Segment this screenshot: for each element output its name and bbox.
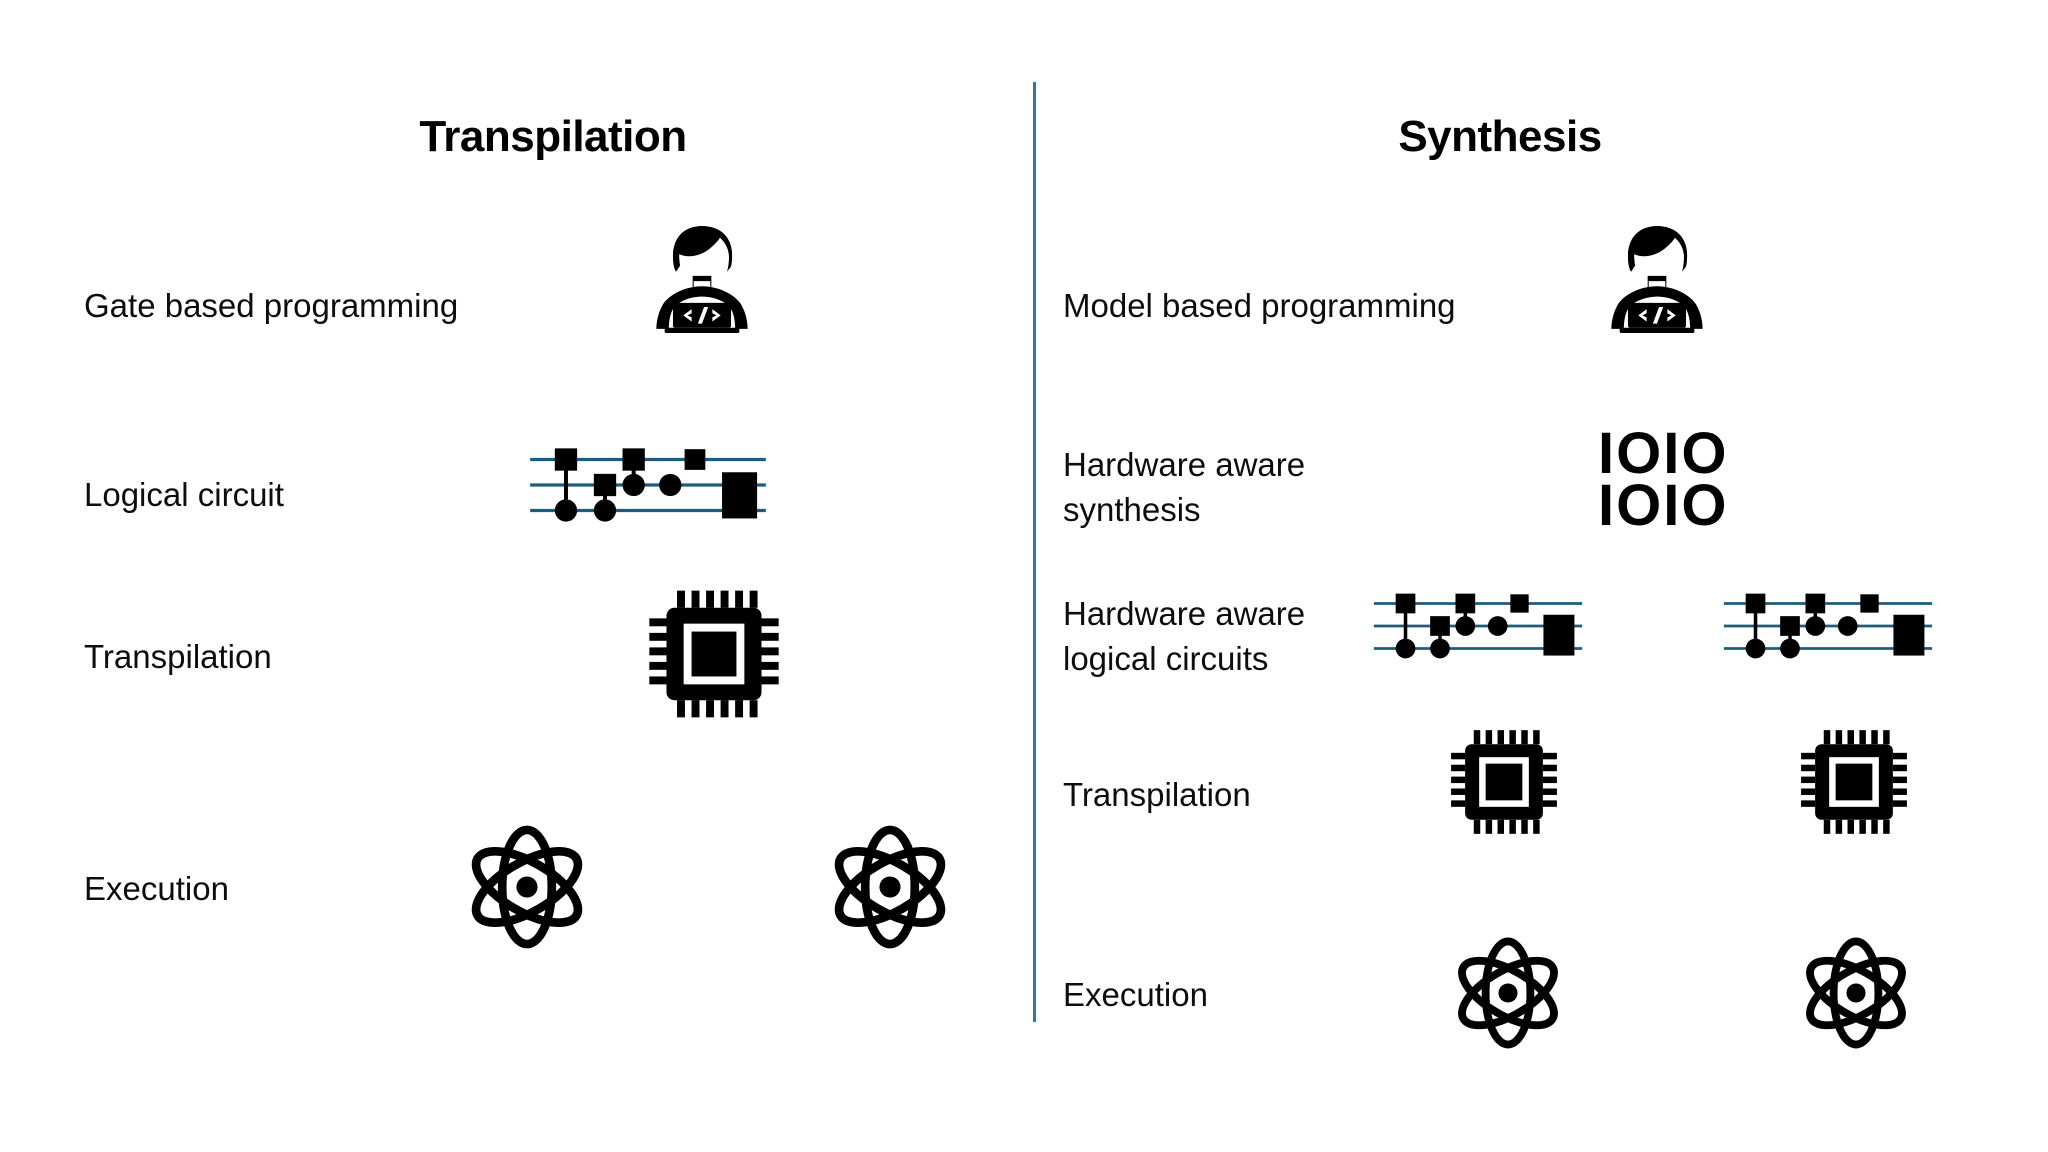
chip-icon	[1450, 728, 1558, 836]
developer-laptop-icon	[1605, 222, 1709, 334]
diagram-canvas: Transpilation Synthesis Gate based progr…	[0, 0, 2048, 1152]
developer-laptop-icon	[650, 222, 754, 334]
panel-title-transpilation: Transpilation	[419, 112, 687, 161]
atom-icon	[1452, 932, 1564, 1054]
atom-icon	[465, 820, 589, 954]
column-divider	[1033, 82, 1036, 1022]
chip-icon	[1800, 728, 1908, 836]
row-label-model-based-programming: Model based programming	[1063, 287, 1456, 324]
row-label-transpilation-left: Transpilation	[84, 638, 272, 675]
row-label-gate-based-programming: Gate based programming	[84, 287, 459, 324]
row-label-logical-circuit: Logical circuit	[84, 476, 284, 513]
binary-icon: IOIO IOIO	[1598, 421, 1729, 538]
row-label-execution-right: Execution	[1063, 976, 1208, 1013]
quantum-circuit-icon	[1722, 588, 1934, 664]
atom-icon	[828, 820, 952, 954]
chip-icon	[648, 588, 780, 720]
quantum-circuit-icon	[528, 442, 768, 528]
row-label-hardware-aware-synthesis: Hardware aware synthesis	[1063, 446, 1306, 528]
atom-icon	[1800, 932, 1912, 1054]
quantum-circuit-icon	[1372, 588, 1584, 664]
panel-title-synthesis: Synthesis	[1398, 112, 1602, 161]
row-label-hardware-aware-logical-circuits: Hardware aware logical circuits	[1063, 595, 1306, 677]
row-label-execution-left: Execution	[84, 870, 229, 907]
row-label-transpilation-right: Transpilation	[1063, 776, 1251, 813]
